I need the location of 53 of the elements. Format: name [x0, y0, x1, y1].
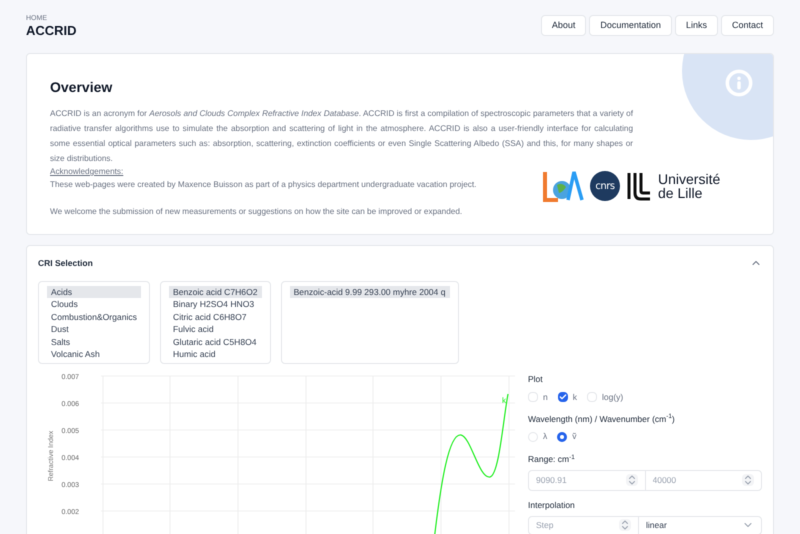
- range-min-field[interactable]: 9090.91: [536, 473, 626, 488]
- nav-button[interactable]: Documentation: [589, 15, 672, 36]
- list-option[interactable]: Humic acid: [169, 348, 262, 360]
- overview-paragraph: ACCRID is an acronym for Aerosols and Clouds Complex Refractive Index Database. ACCRID is first a compilation of spectroscopic parameters that a variety of radiative transfer algorithms use to simulate the absorption and scattering of light in the atmosphere. ACCRID is also a user-friendly interface for calculating some essential optical parameters such as: absorption, scattering, extinction coefficients or even Single Scattering Albedo (SSA) and this, for many shapes or size distributions.: [50, 108, 633, 165]
- list-option[interactable]: Fulvic acid: [169, 323, 262, 336]
- list-option[interactable]: Citric acid C6H8O7: [169, 310, 262, 324]
- radio-label: λ: [543, 430, 548, 443]
- laboratory-logo: [542, 170, 584, 202]
- acknowledgements-text: These web-pages were created by Maxence Buisson as part of a physics department undergraduate vacation project.: [50, 179, 478, 191]
- acknowledgements-heading: Acknowledgements:: [50, 166, 124, 177]
- spinner-icon[interactable]: [626, 474, 638, 486]
- unit-label: Wavelength (nm) / Wavenumber (cm$^{-1}$): [528, 412, 676, 426]
- checkbox-label: k: [572, 390, 577, 404]
- nav-button[interactable]: Contact: [720, 15, 774, 36]
- nav-button[interactable]: Links: [674, 15, 718, 36]
- range-max-field[interactable]: 40000: [652, 473, 742, 488]
- checkbox[interactable]: [558, 392, 568, 402]
- list-option[interactable]: Clouds: [47, 298, 141, 311]
- list-option[interactable]: Acids: [47, 286, 141, 298]
- range-input-group[interactable]: 9090.91 40000: [528, 470, 762, 491]
- list-box[interactable]: Acids Clouds Combustion&Organics Dust Salts Volcanic Ash: [38, 281, 150, 364]
- list-option[interactable]: Binary H2SO4 HNO3: [169, 298, 262, 311]
- list-option[interactable]: Dust: [47, 323, 141, 336]
- list-option[interactable]: Combustion&Organics: [47, 310, 141, 324]
- interpolation-select[interactable]: linear: [639, 516, 761, 534]
- list-option[interactable]: Benzoic-acid 9.99 293.00 myhre 2004 q: [290, 286, 450, 298]
- list-option[interactable]: Glutaric acid C5H8O4: [169, 336, 262, 348]
- info-icon: [725, 69, 753, 97]
- interpolation-label: Interpolation: [528, 498, 576, 512]
- checkbox-label: log(y): [602, 390, 624, 404]
- cri-heading: CRI Selection: [38, 256, 93, 270]
- list-option[interactable]: Salts: [47, 336, 141, 348]
- cnrs-logo: cnrs: [590, 171, 620, 201]
- university-logo-mark: [626, 171, 652, 201]
- university-name: Université de Lille: [658, 172, 722, 200]
- list-box[interactable]: Benzoic-acid 9.99 293.00 myhre 2004 q: [280, 281, 458, 364]
- nav-button[interactable]: About: [540, 15, 586, 36]
- list-option[interactable]: Benzoic acid C7H6O2: [169, 286, 262, 298]
- radio-label: ṽ: [572, 430, 576, 443]
- list-box[interactable]: Benzoic acid C7H6O2 Binary H2SO4 HNO3 Citric acid C6H8O7 Fulvic acid Glutaric acid C5H8O4 Humic acid: [160, 281, 271, 364]
- series-label: k: [502, 396, 506, 405]
- spinner-icon[interactable]: [742, 474, 754, 486]
- radio-button[interactable]: [557, 432, 568, 442]
- spinner-icon[interactable]: [619, 519, 631, 531]
- checkbox-label: n: [543, 390, 548, 404]
- plot-label: Plot: [528, 373, 544, 386]
- page-title: ACCRID: [26, 23, 77, 39]
- step-field[interactable]: Step: [536, 518, 619, 532]
- range-label: Range: cm$^{-1}$: [528, 453, 576, 466]
- list-option[interactable]: Volcanic Ash: [47, 348, 141, 360]
- welcome-text: We welcome the submission of new measurements or suggestions on how the site can be improved or expanded.: [50, 206, 464, 218]
- interpolation-input-group[interactable]: Step linear: [528, 516, 762, 534]
- overview-heading: Overview: [50, 78, 112, 96]
